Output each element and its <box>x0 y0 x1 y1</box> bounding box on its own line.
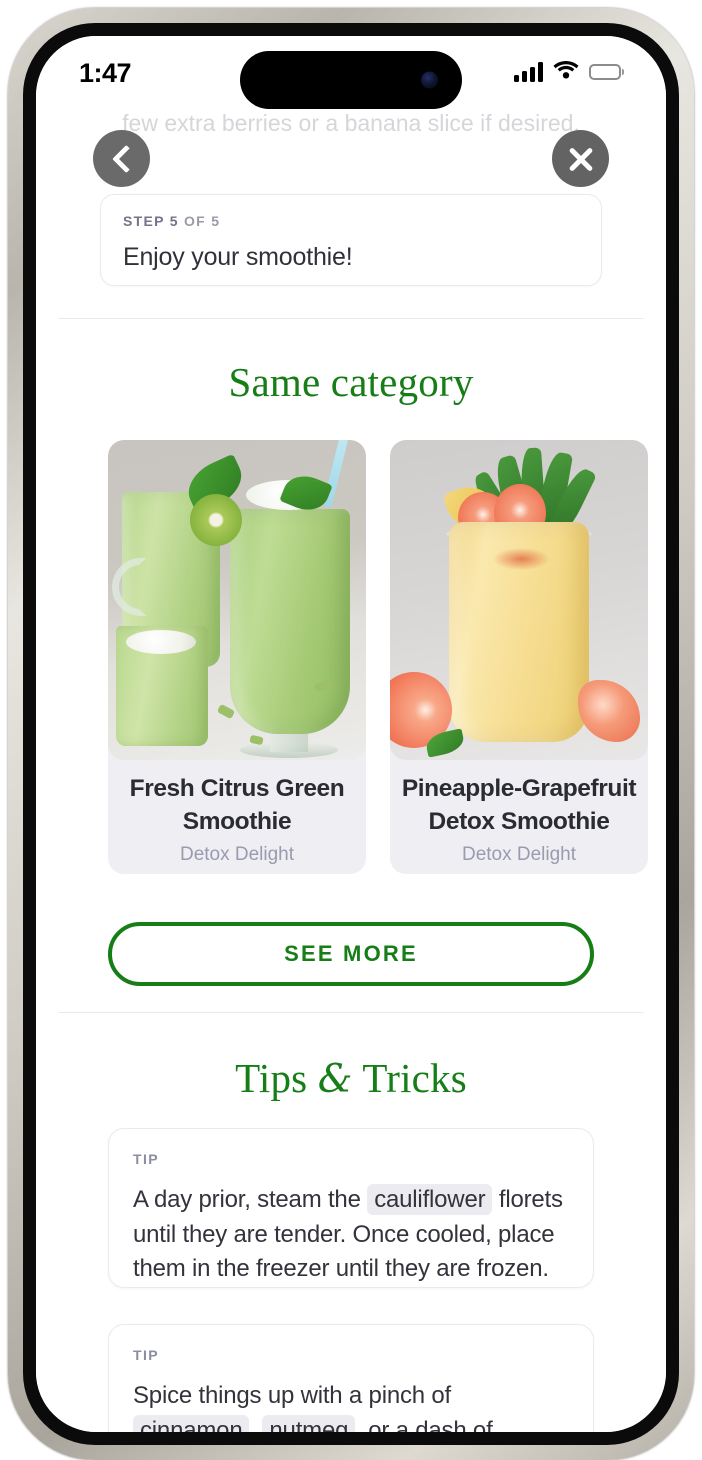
recipe-card-fresh-citrus-green-smoothie[interactable]: Fresh Citrus Green Smoothie Detox Deligh… <box>108 440 366 874</box>
step-number-label: STEP 5 <box>123 213 179 229</box>
tip-card: TIP Spice things up with a pinch of cinn… <box>108 1324 594 1432</box>
ingredient-chip[interactable]: cinnamon <box>133 1414 250 1432</box>
tips-heading-before: Tips <box>235 1055 318 1101</box>
step-card: STEP 5 OF 5 Enjoy your smoothie! <box>100 194 602 286</box>
tip-text: Spice things up with a pinch of cinnamon… <box>133 1379 569 1432</box>
section-divider <box>58 318 644 319</box>
ampersand-glyph: & <box>317 1057 353 1102</box>
see-more-button[interactable]: SEE MORE <box>108 922 594 986</box>
recipe-card-body: Fresh Citrus Green Smoothie Detox Deligh… <box>108 760 366 874</box>
phone-frame: few extra berries or a banana slice if d… <box>8 8 694 1460</box>
recipe-card-subtitle: Detox Delight <box>179 844 295 866</box>
same-category-carousel[interactable]: Fresh Citrus Green Smoothie Detox Deligh… <box>36 440 666 874</box>
phone-screen: few extra berries or a banana slice if d… <box>36 36 666 1432</box>
tip-text-segment: , or a dash of <box>355 1416 493 1432</box>
tip-text-segment: A day prior, steam the <box>133 1186 368 1213</box>
recipe-detail-scroll-view[interactable]: few extra berries or a banana slice if d… <box>36 36 666 1432</box>
ingredient-chip[interactable]: nutmeg <box>262 1414 356 1432</box>
green-smoothie-photo <box>108 440 366 760</box>
chevron-left-icon <box>111 144 140 173</box>
tips-heading-after: Tricks <box>352 1055 467 1101</box>
recipe-card-subtitle: Detox Delight <box>461 844 577 866</box>
same-category-heading: Same category <box>228 359 474 405</box>
recipe-card-body: Pineapple-Grapefruit Detox Smoothie Deto… <box>390 760 648 874</box>
step-instruction-text: Enjoy your smoothie! <box>123 243 353 271</box>
recipe-card-pineapple-grapefruit-detox-smoothie[interactable]: Pineapple-Grapefruit Detox Smoothie Deto… <box>390 440 648 874</box>
close-button[interactable] <box>552 130 609 187</box>
tip-text-segment: , <box>249 1416 263 1432</box>
tip-card: TIP A day prior, steam the cauliflower f… <box>108 1128 594 1288</box>
section-divider <box>58 1012 644 1013</box>
tip-text-segment: Spice things up with a pinch of <box>133 1382 451 1409</box>
tip-text: A day prior, steam the cauliflower flore… <box>133 1183 569 1287</box>
recipe-card-title: Pineapple-Grapefruit Detox Smoothie <box>401 775 637 836</box>
back-button[interactable] <box>93 130 150 187</box>
close-x-icon <box>566 144 596 174</box>
tip-eyebrow: TIP <box>133 1347 159 1363</box>
tips-and-tricks-heading: Tips & Tricks <box>36 1054 666 1102</box>
step-total-label: OF 5 <box>178 213 221 229</box>
phone-bezel: few extra berries or a banana slice if d… <box>23 23 679 1445</box>
pineapple-grapefruit-smoothie-photo <box>390 440 648 760</box>
step-eyebrow: STEP 5 OF 5 <box>123 213 579 229</box>
tip-eyebrow: TIP <box>133 1151 159 1167</box>
recipe-card-title: Fresh Citrus Green Smoothie <box>129 775 345 836</box>
ingredient-chip[interactable]: cauliflower <box>367 1184 493 1215</box>
see-more-label: SEE MORE <box>284 941 418 966</box>
